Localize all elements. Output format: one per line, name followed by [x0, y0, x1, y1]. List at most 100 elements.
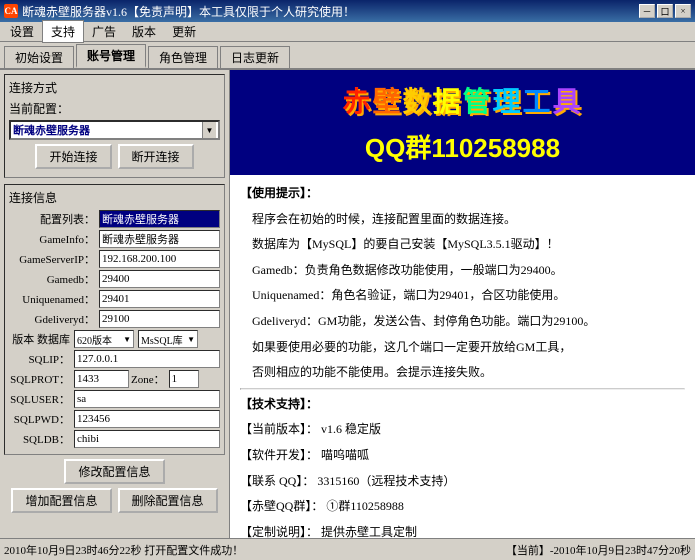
add-delete-buttons: 增加配置信息 删除配置信息 — [4, 488, 225, 513]
config-select-arrow: ▼ — [202, 122, 216, 138]
menu-support[interactable]: 支持 — [42, 20, 84, 43]
delete-config-button[interactable]: 删除配置信息 — [118, 488, 218, 513]
config-select[interactable]: 断魂赤壁服务器 ▼ — [9, 120, 220, 140]
brand-char-3: 数 — [402, 86, 432, 117]
status-left-text: 2010年10月9日23时46分22秒 打开配置文件成功！ — [4, 542, 506, 558]
dev-value: 喵呜喵呱 — [321, 448, 369, 462]
status-right-text: 【当前】-2010年10月9日23时47分20秒 — [506, 542, 691, 558]
chibi-qq-value: ①群110258988 — [326, 499, 404, 513]
version-label: 版本 数据库 — [9, 331, 74, 347]
gdeliveryd-label: Gdeliveryd： — [9, 311, 99, 327]
help-line-3: Gamedb：负责角色数据修改功能使用，一般端口为29400。 — [240, 260, 685, 282]
brand-char-8: 具 — [553, 86, 583, 117]
right-panel: 赤壁数据管理工具 QQ群110258988 【使用提示】： 程序会在初始的时候，… — [230, 70, 695, 538]
tab-role-management[interactable]: 角色管理 — [148, 46, 218, 68]
help-line-6: 如果要使用必要的功能，这几个端口一定要开放给GM工具， — [240, 337, 685, 359]
gameinfo-row: GameInfo： 断魂赤壁服务器 — [9, 230, 220, 248]
sqluser-row: SQLUSER： sa — [9, 390, 220, 408]
close-button[interactable]: × — [675, 4, 691, 18]
gameserverip-row: GameServerIP： 192.168.200.100 — [9, 250, 220, 268]
current-config-label: 当前配置： — [9, 100, 69, 117]
menu-ads[interactable]: 广告 — [84, 21, 124, 42]
config-list-row: 配置列表： 断魂赤壁服务器 — [9, 210, 220, 228]
sqldb-label: SQLDB： — [9, 431, 74, 447]
sqlip-row: SQLIP： 127.0.0.1 — [9, 350, 220, 368]
sqlprot-input[interactable]: 1433 — [74, 370, 129, 388]
sqlip-input[interactable]: 127.0.0.1 — [74, 350, 220, 368]
custom-row: 【定制说明】： 提供赤壁工具定制 — [240, 522, 685, 538]
dev-label: 【软件开发】： — [240, 448, 318, 462]
status-bar: 2010年10月9日23时46分22秒 打开配置文件成功！ 【当前】-2010年… — [0, 538, 695, 560]
minimize-button[interactable]: － — [639, 4, 655, 18]
modify-config-button[interactable]: 修改配置信息 — [64, 459, 164, 484]
add-config-button[interactable]: 增加配置信息 — [11, 488, 111, 513]
config-list-value: 断魂赤壁服务器 — [99, 210, 220, 228]
current-version-row: 【当前版本】： v1.6 稳定版 — [240, 419, 685, 441]
tech-support-title: 【技术支持】： — [240, 394, 685, 416]
help-line-2: 数据库为【MySQL】的要自己安装【MySQL3.5.1驱动】！ — [240, 234, 685, 256]
version-value: 620版本 — [77, 332, 112, 347]
sqlpwd-input[interactable]: 123456 — [74, 410, 220, 428]
version-arrow: ▼ — [123, 335, 131, 344]
menu-version[interactable]: 版本 — [124, 21, 164, 42]
db-arrow: ▼ — [187, 335, 195, 344]
version-db-row: 版本 数据库 620版本 ▼ MsSQL库 ▼ — [9, 330, 220, 348]
connect-buttons: 开始连接 断开连接 — [9, 144, 220, 169]
version-select[interactable]: 620版本 ▼ — [74, 330, 134, 348]
qq-contact-value: 3315160（远程技术支持） — [317, 474, 455, 488]
disconnect-button[interactable]: 断开连接 — [118, 144, 194, 169]
title-bar-text: CA 断魂赤壁服务器v1.6【免责声明】本工具仅限于个人研究使用！ — [4, 3, 355, 20]
gamedb-label: Gamedb： — [9, 271, 99, 287]
title-controls: － 口 × — [639, 4, 691, 18]
window-title: 断魂赤壁服务器v1.6【免责声明】本工具仅限于个人研究使用！ — [22, 3, 355, 20]
current-config-row: 当前配置： — [9, 100, 220, 117]
connection-info-section: 连接信息 配置列表： 断魂赤壁服务器 GameInfo： 断魂赤壁服务器 Gam… — [4, 184, 225, 455]
sqlip-label: SQLIP： — [9, 351, 74, 367]
brand-header: 赤壁数据管理工具 QQ群110258988 — [230, 70, 695, 175]
main-content: 连接方式 当前配置： 断魂赤壁服务器 ▼ 开始连接 断开连接 连接信息 配置列表… — [0, 70, 695, 538]
brand-char-6: 理 — [493, 86, 523, 117]
qq-number: 110258988 — [431, 133, 560, 163]
uniquenamed-value: 29401 — [99, 290, 220, 308]
menu-settings[interactable]: 设置 — [2, 21, 42, 42]
menu-bar: 设置 支持 广告 版本 更新 — [0, 22, 695, 42]
db-select[interactable]: MsSQL库 ▼ — [138, 330, 198, 348]
brand-char-2: 壁 — [372, 86, 402, 117]
current-version-label: 【当前版本】： — [240, 422, 318, 436]
db-value: MsSQL库 — [141, 332, 183, 347]
gameinfo-value: 断魂赤壁服务器 — [99, 230, 220, 248]
sqluser-input[interactable]: sa — [74, 390, 220, 408]
sqldb-input[interactable]: chibi — [74, 430, 220, 448]
uniquenamed-label: Uniquenamed： — [9, 291, 99, 307]
connection-type-title: 连接方式 — [9, 79, 220, 96]
left-panel: 连接方式 当前配置： 断魂赤壁服务器 ▼ 开始连接 断开连接 连接信息 配置列表… — [0, 70, 230, 538]
brand-title: 赤壁数据管理工具 — [240, 80, 685, 120]
gdeliveryd-row: Gdeliveryd： 29100 — [9, 310, 220, 328]
divider-1 — [240, 388, 685, 390]
sqldb-row: SQLDB： chibi — [9, 430, 220, 448]
gdeliveryd-value: 29100 — [99, 310, 220, 328]
gameserverip-label: GameServerIP： — [9, 251, 99, 267]
right-content: 【使用提示】： 程序会在初始的时候，连接配置里面的数据连接。 数据库为【MySQ… — [230, 175, 695, 538]
brand-char-7: 工 — [523, 86, 553, 117]
gameserverip-value: 192.168.200.100 — [99, 250, 220, 268]
qq-contact-label: 【联系 QQ】： — [240, 474, 314, 488]
tab-account-management[interactable]: 账号管理 — [76, 44, 146, 68]
tab-initial-settings[interactable]: 初始设置 — [4, 46, 74, 68]
config-list-label: 配置列表： — [9, 211, 99, 227]
zone-label: Zone： — [131, 371, 165, 387]
chibi-qq-label: 【赤壁QQ群】： — [240, 499, 323, 513]
sqluser-label: SQLUSER： — [9, 391, 74, 407]
maximize-button[interactable]: 口 — [657, 4, 673, 18]
tab-log-update[interactable]: 日志更新 — [220, 46, 290, 68]
connect-button[interactable]: 开始连接 — [35, 144, 111, 169]
qq-label: QQ群 — [365, 133, 431, 163]
tab-bar: 初始设置 账号管理 角色管理 日志更新 — [0, 42, 695, 70]
help-line-4: Uniquenamed：角色名验证，端口为29401，合区功能使用。 — [240, 285, 685, 307]
custom-value: 提供赤壁工具定制 — [321, 525, 417, 538]
help-line-1: 程序会在初始的时候，连接配置里面的数据连接。 — [240, 209, 685, 231]
menu-update[interactable]: 更新 — [164, 21, 204, 42]
connection-type-section: 连接方式 当前配置： 断魂赤壁服务器 ▼ 开始连接 断开连接 — [4, 74, 225, 178]
qq-contact-row: 【联系 QQ】： 3315160（远程技术支持） — [240, 471, 685, 493]
zone-input[interactable]: 1 — [169, 370, 199, 388]
